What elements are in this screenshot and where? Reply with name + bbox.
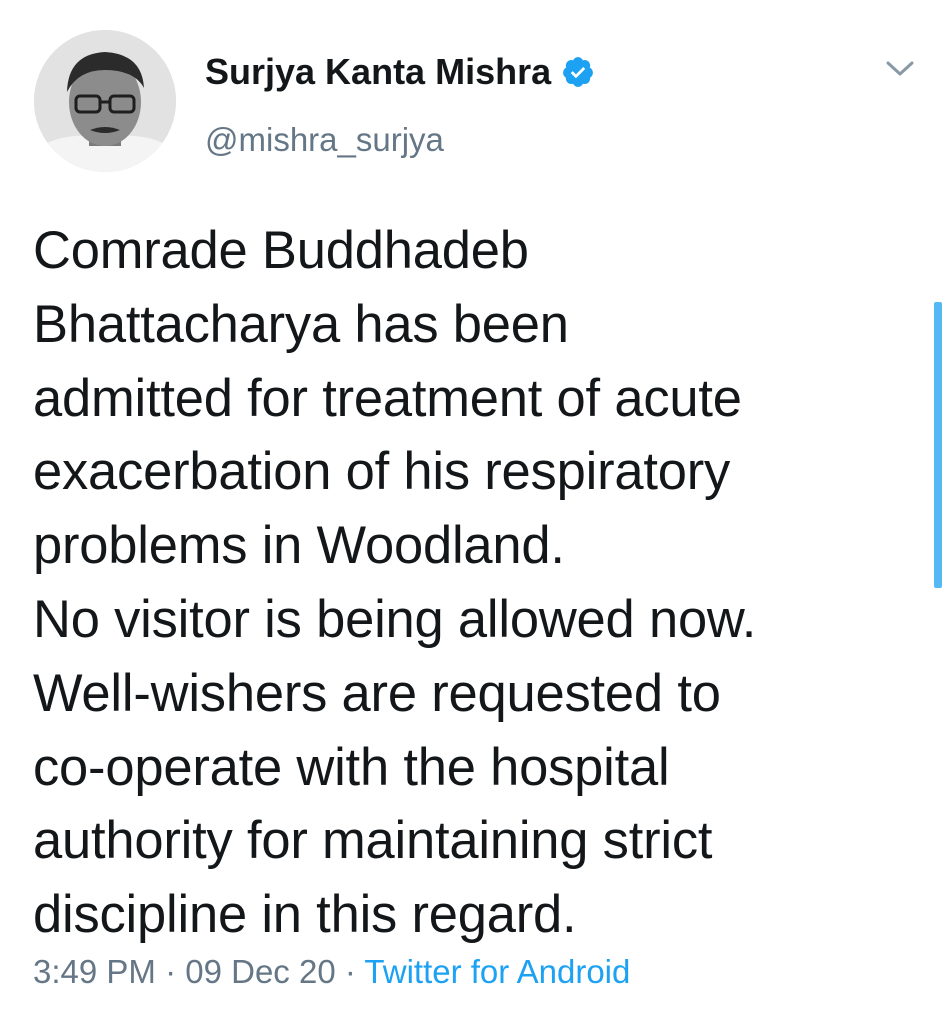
tweet-date[interactable]: 09 Dec 20 <box>185 953 335 990</box>
author-handle[interactable]: @mishra_surjya <box>205 120 444 160</box>
tweet-source-link[interactable]: Twitter for Android <box>364 953 630 990</box>
avatar[interactable] <box>34 30 176 172</box>
verified-badge-icon <box>561 55 595 89</box>
chevron-down-icon[interactable] <box>884 56 916 80</box>
avatar-photo <box>34 30 176 172</box>
meta-separator: · <box>335 953 365 990</box>
tweet-time[interactable]: 3:49 PM <box>33 953 156 990</box>
tweet-metadata: 3:49 PM · 09 Dec 20 · Twitter for Androi… <box>33 950 630 994</box>
tweet-text: Comrade Buddhadeb Bhattacharya has been … <box>33 221 757 945</box>
meta-separator: · <box>155 953 186 990</box>
author-name-text: Surjya Kanta Mishra <box>205 51 552 92</box>
author-display-name[interactable]: Surjya Kanta Mishra <box>205 52 595 92</box>
scrollbar[interactable] <box>934 302 942 588</box>
